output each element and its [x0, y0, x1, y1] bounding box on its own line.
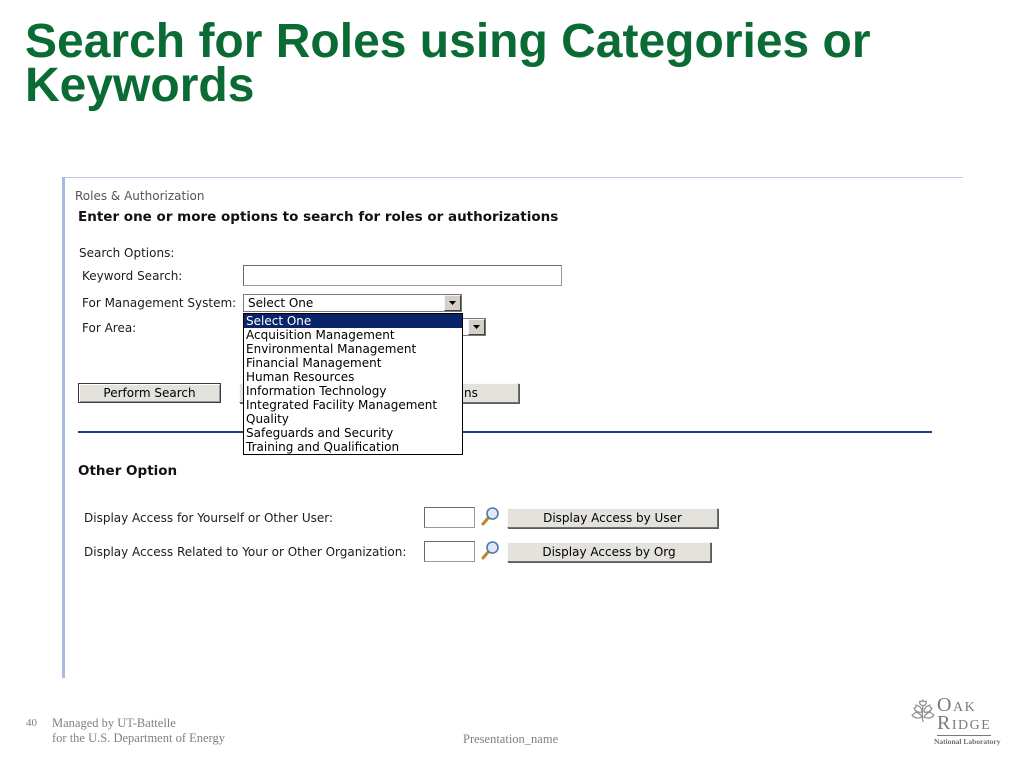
logo-ridge-text: RIDGE — [937, 712, 992, 736]
slide-title-line-1: Search for Roles using Categories or — [25, 15, 871, 68]
management-system-option[interactable]: Human Resources — [244, 370, 462, 384]
management-system-option[interactable]: Select One — [244, 314, 462, 328]
search-options-label: Search Options: — [79, 246, 175, 260]
area-label: For Area: — [82, 321, 137, 335]
section-divider — [78, 431, 932, 433]
management-system-option[interactable]: Environmental Management — [244, 342, 462, 356]
keyword-search-input[interactable] — [243, 265, 562, 286]
org-access-input[interactable] — [424, 541, 475, 562]
roles-authorization-panel: Roles & Authorization Enter one or more … — [62, 177, 963, 678]
slide-title: Search for Roles using Categories or Key… — [25, 15, 871, 112]
obscured-button-label: ns — [464, 386, 478, 400]
magnifier-icon[interactable] — [480, 540, 500, 561]
user-access-label: Display Access for Yourself or Other Use… — [84, 511, 334, 525]
footer-managed-by: Managed by UT-Battelle — [52, 716, 176, 730]
display-access-by-org-button[interactable]: Display Access by Org — [507, 542, 711, 562]
footer-presentation-name: Presentation_name — [463, 732, 559, 746]
org-access-label: Display Access Related to Your or Other … — [84, 545, 407, 559]
panel-top-border — [62, 177, 963, 178]
panel-left-border — [62, 177, 65, 678]
management-system-option[interactable]: Training and Qualification — [244, 440, 462, 454]
area-dropdown-button[interactable] — [468, 319, 485, 335]
footer-department: for the U.S. Department of Energy — [52, 731, 225, 745]
slide-number: 40 — [26, 717, 37, 729]
management-system-option[interactable]: Integrated Facility Management — [244, 398, 462, 412]
slide-title-line-2: Keywords — [25, 59, 255, 112]
management-system-option[interactable]: Acquisition Management — [244, 328, 462, 342]
management-system-select[interactable]: Select One — [243, 294, 462, 312]
management-system-option[interactable]: Quality — [244, 412, 462, 426]
display-access-by-user-button[interactable]: Display Access by User — [507, 508, 718, 528]
user-access-input[interactable] — [424, 507, 475, 528]
triangle-down-icon — [449, 301, 456, 305]
management-system-label: For Management System: — [82, 296, 237, 310]
perform-search-button[interactable]: Perform Search — [78, 383, 221, 403]
logo-lab-text: National Laboratory — [934, 737, 1001, 746]
management-system-option[interactable]: Financial Management — [244, 356, 462, 370]
other-option-heading: Other Option — [78, 463, 178, 479]
keyword-search-label: Keyword Search: — [82, 269, 183, 283]
magnifier-icon[interactable] — [480, 506, 500, 527]
triangle-down-icon — [473, 325, 480, 329]
page-heading: Enter one or more options to search for … — [78, 209, 559, 225]
management-system-selected-value: Select One — [248, 296, 314, 310]
ornl-logo: OAK RIDGE National Laboratory — [908, 696, 1008, 748]
leaf-icon — [911, 699, 935, 723]
management-system-option[interactable]: Safeguards and Security — [244, 426, 462, 440]
management-system-dropdown-button[interactable] — [444, 295, 461, 311]
management-system-option[interactable]: Information Technology — [244, 384, 462, 398]
management-system-options-list: Select One Acquisition Management Enviro… — [243, 313, 463, 455]
breadcrumb: Roles & Authorization — [75, 189, 205, 203]
